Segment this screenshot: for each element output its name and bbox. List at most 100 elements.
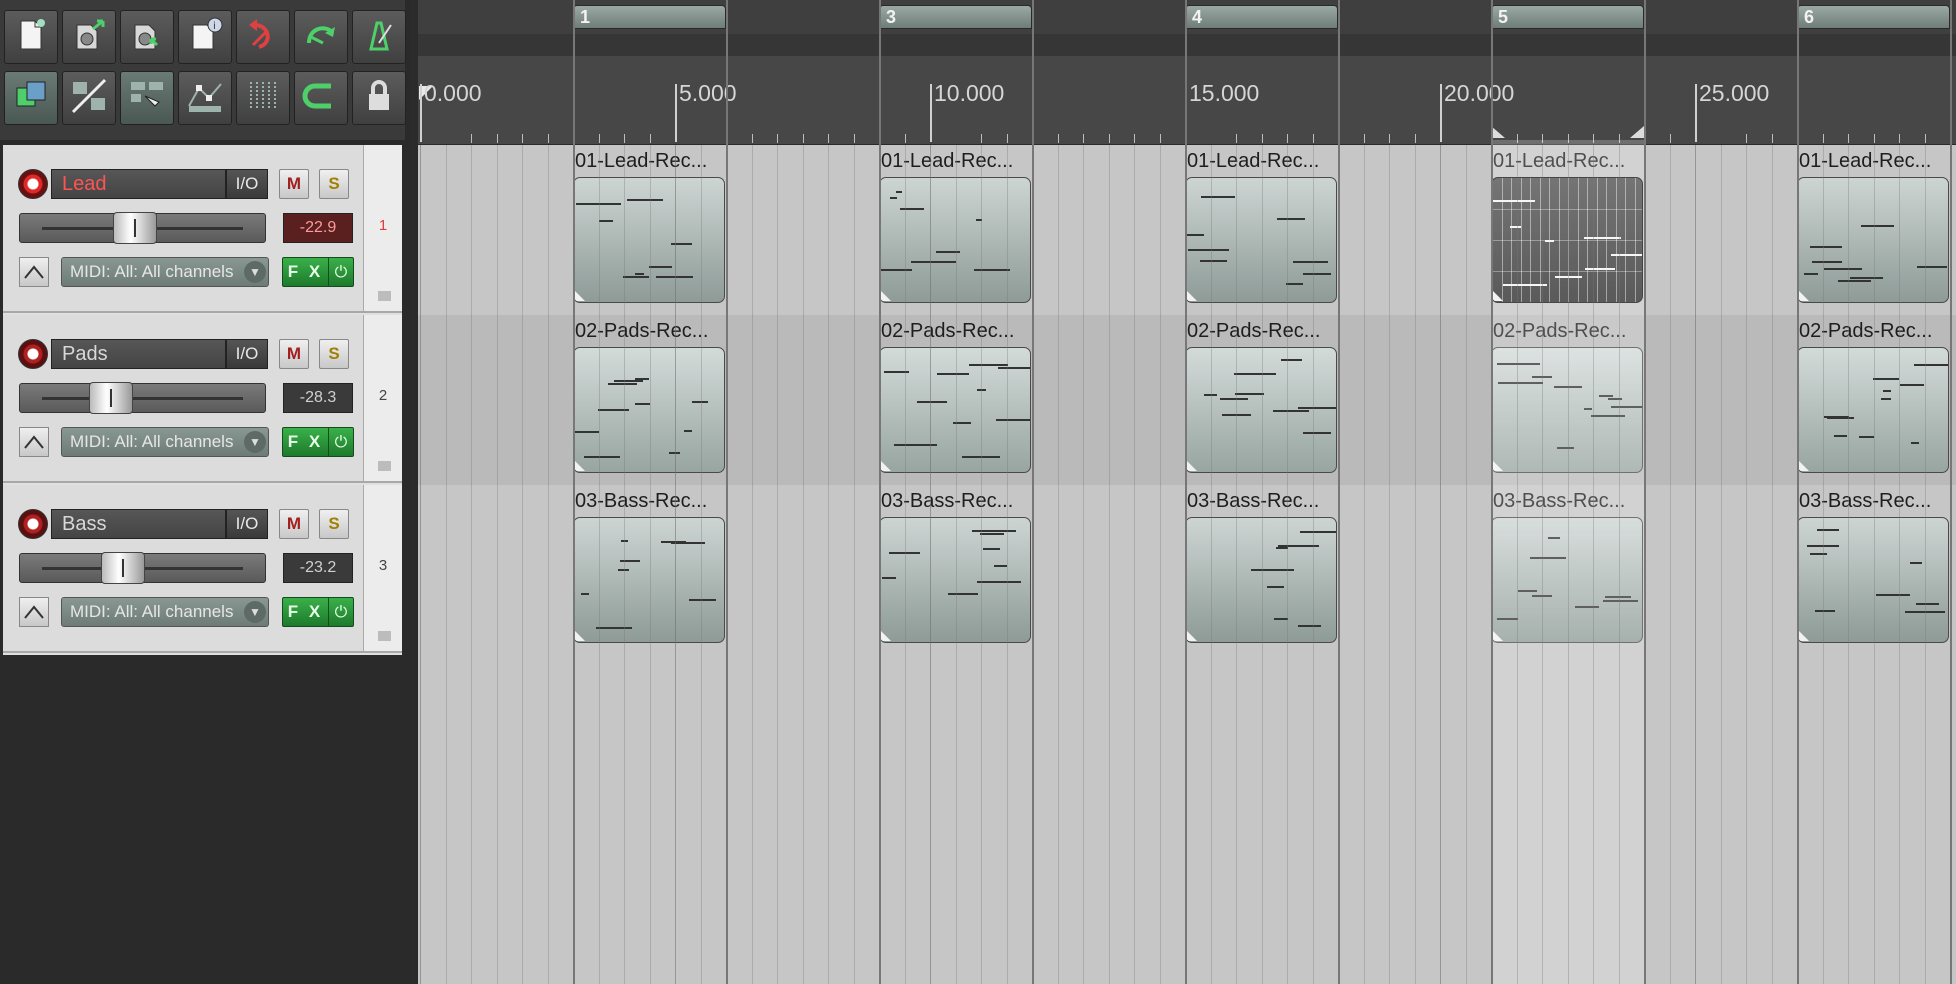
track-pads[interactable]: Pads I/O M S -28.3 MIDI: All: All channels ▼ F … — [3, 315, 402, 483]
open-project-button[interactable] — [62, 10, 116, 64]
io-button[interactable]: I/O — [226, 169, 268, 199]
loop-button[interactable] — [294, 71, 348, 125]
solo-button[interactable]: S — [319, 509, 349, 539]
record-arm-button[interactable] — [18, 339, 48, 369]
redo-button[interactable] — [294, 10, 348, 64]
folder-icon[interactable] — [378, 291, 391, 301]
envelope-button[interactable] — [19, 427, 49, 457]
midi-note — [584, 456, 620, 458]
item-corner-handle[interactable] — [575, 291, 585, 301]
record-arm-button[interactable] — [18, 169, 48, 199]
item-corner-handle[interactable] — [1187, 631, 1197, 641]
volume-readout[interactable]: -28.3 — [283, 383, 353, 413]
region-marker-5[interactable]: 5 — [1491, 5, 1644, 29]
fader-knob[interactable] — [113, 212, 158, 244]
fx-bypass-icon[interactable]: ⏻ — [328, 598, 353, 626]
record-arm-button[interactable] — [18, 509, 48, 539]
mute-button[interactable]: M — [279, 169, 309, 199]
ruler-major-tick — [675, 84, 677, 142]
grouping-button[interactable] — [120, 71, 174, 125]
grid-line — [1516, 145, 1518, 984]
solo-button[interactable]: S — [319, 169, 349, 199]
item-corner-handle[interactable] — [1799, 291, 1809, 301]
midi-note — [1876, 594, 1910, 596]
main-toolbar: i — [0, 0, 406, 140]
metronome-button[interactable] — [352, 10, 406, 64]
envelope-button[interactable] — [19, 597, 49, 627]
region-boundary-line — [1644, 0, 1646, 984]
volume-readout[interactable]: -23.2 — [283, 553, 353, 583]
lock-button[interactable] — [352, 71, 406, 125]
ruler-minor-tick — [471, 134, 472, 143]
item-corner-handle[interactable] — [575, 461, 585, 471]
item-corner-handle[interactable] — [1799, 631, 1809, 641]
envelope-points-button[interactable] — [178, 71, 232, 125]
marker-lane[interactable] — [418, 34, 1956, 56]
volume-fader[interactable] — [19, 212, 266, 244]
ripple-edit-button[interactable] — [62, 71, 116, 125]
save-project-button[interactable] — [120, 10, 174, 64]
timeline-ruler[interactable]: 0.000 5.000 10.000 15.000 20.000 25.000 — [418, 56, 1956, 145]
region-marker-4[interactable]: 4 — [1185, 5, 1338, 29]
auto-crossfade-button[interactable] — [4, 71, 58, 125]
time-selection-start-handle[interactable] — [1491, 126, 1505, 138]
solo-button[interactable]: S — [319, 339, 349, 369]
region-marker-6[interactable]: 6 — [1797, 5, 1950, 29]
grid-line — [1542, 145, 1543, 984]
track-number: 1 — [378, 217, 388, 234]
volume-fader[interactable] — [19, 382, 266, 414]
fader-knob[interactable] — [101, 552, 146, 584]
fx-button[interactable]: F X ⏻ — [282, 427, 354, 457]
project-settings-button[interactable]: i — [178, 10, 232, 64]
item-corner-handle[interactable] — [1187, 291, 1197, 301]
arrange-view[interactable]: 1 3 4 5 6 0.000 5.000 10.000 15.000 20.000 25.000… — [418, 0, 1956, 984]
item-corner-handle[interactable] — [881, 291, 891, 301]
svg-text:i: i — [213, 21, 216, 32]
toolbar-row-1: i — [4, 10, 406, 64]
fx-bypass-icon[interactable]: ⏻ — [328, 258, 353, 286]
item-corner-handle[interactable] — [881, 461, 891, 471]
snap-grid-button[interactable] — [236, 71, 290, 125]
mute-button[interactable]: M — [279, 339, 309, 369]
item-corner-handle[interactable] — [1187, 461, 1197, 471]
track-bass[interactable]: Bass I/O M S -23.2 MIDI: All: All channels ▼ F … — [3, 485, 402, 653]
io-button[interactable]: I/O — [226, 509, 268, 539]
undo-button[interactable] — [236, 10, 290, 64]
fx-button[interactable]: F X ⏻ — [282, 257, 354, 287]
folder-icon[interactable] — [378, 631, 391, 641]
fx-button[interactable]: F X ⏻ — [282, 597, 354, 627]
track-name[interactable]: Pads — [51, 339, 226, 369]
item-corner-handle[interactable] — [881, 631, 891, 641]
ruler-major-tick — [930, 84, 932, 142]
grid-line — [1465, 145, 1467, 984]
region-marker-1[interactable]: 1 — [573, 5, 726, 29]
ruler-minor-tick — [1236, 134, 1237, 143]
midi-input-select[interactable]: MIDI: All: All channels ▼ — [61, 427, 269, 457]
region-marker-3[interactable]: 3 — [879, 5, 1032, 29]
track-lead[interactable]: Lead I/O M S -22.9 MIDI: All: All channels ▼ F … — [3, 145, 402, 313]
midi-note — [620, 560, 640, 562]
fx-bypass-icon[interactable]: ⏻ — [328, 428, 353, 456]
midi-input-select[interactable]: MIDI: All: All channels ▼ — [61, 597, 269, 627]
region-lane[interactable]: 1 3 4 5 6 — [418, 0, 1956, 34]
midi-input-label: MIDI: All: All channels — [70, 432, 234, 451]
fader-knob[interactable] — [89, 382, 134, 414]
midi-note — [1303, 432, 1331, 434]
grid-line — [1414, 145, 1416, 984]
new-project-button[interactable] — [4, 10, 58, 64]
time-selection-end-handle[interactable] — [1630, 126, 1644, 138]
grid-line — [1822, 145, 1824, 984]
midi-note — [994, 565, 1007, 567]
item-corner-handle[interactable] — [1799, 461, 1809, 471]
io-button[interactable]: I/O — [226, 339, 268, 369]
mute-button[interactable]: M — [279, 509, 309, 539]
folder-icon[interactable] — [378, 461, 391, 471]
volume-fader[interactable] — [19, 552, 266, 584]
envelope-button[interactable] — [19, 257, 49, 287]
track-name[interactable]: Bass — [51, 509, 226, 539]
midi-input-select[interactable]: MIDI: All: All channels ▼ — [61, 257, 269, 287]
track-name[interactable]: Lead — [51, 169, 226, 199]
grid-line — [675, 145, 676, 984]
item-corner-handle[interactable] — [575, 631, 585, 641]
volume-readout[interactable]: -22.9 — [283, 213, 353, 243]
